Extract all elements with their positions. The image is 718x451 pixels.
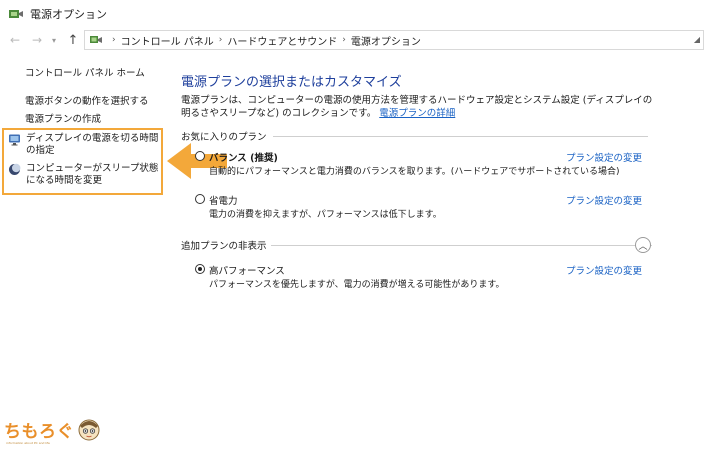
- sidebar: コントロール パネル ホーム 電源ボタンの動作を選択する 電源プランの作成: [0, 52, 165, 451]
- forward-arrow-icon[interactable]: →: [28, 31, 46, 49]
- sidebar-item-label: ディスプレイの電源を切る時間の指定: [26, 133, 159, 156]
- plan-name: 省電力: [209, 196, 238, 207]
- chevron-up-icon[interactable]: ︿: [635, 237, 651, 253]
- change-plan-settings-link[interactable]: プラン設定の変更: [566, 263, 642, 277]
- address-bar[interactable]: › コントロール パネル › ハードウェアとサウンド › 電源オプション ◢: [84, 30, 704, 50]
- title-bar: 電源オプション: [0, 0, 718, 28]
- back-arrow-icon[interactable]: ←: [6, 31, 24, 49]
- chimolog-logo: ちもろぐ: [4, 414, 102, 444]
- favorites-section-header: お気に入りのプラン: [181, 129, 648, 143]
- up-arrow-icon[interactable]: ↑: [64, 31, 82, 49]
- page-description: 電源プランは、コンピューターの電源の使用方法を管理するハードウェア設定とシステム…: [181, 94, 661, 120]
- favorites-label: お気に入りのプラン: [181, 132, 267, 143]
- divider: [270, 244, 652, 246]
- page-title: 電源プランの選択またはカスタマイズ: [181, 75, 402, 90]
- sidebar-choose-power-button[interactable]: 電源ボタンの動作を選択する: [25, 96, 149, 108]
- monitor-icon: [9, 134, 20, 146]
- power-plan-details-link[interactable]: 電源プランの詳細: [379, 108, 455, 119]
- sidebar-item-label: コンピューターがスリープ状態になる時間を変更: [26, 163, 159, 186]
- sidebar-display-off-time[interactable]: ディスプレイの電源を切る時間の指定: [8, 133, 161, 157]
- breadcrumb-hardware-sound[interactable]: ハードウェアとサウンド: [227, 33, 337, 48]
- navigation-bar: ← → ▾ ↑ › コントロール パネル › ハードウェアとサウンド › 電源オ…: [0, 28, 718, 52]
- sidebar-control-panel-home[interactable]: コントロール パネル ホーム: [25, 68, 145, 80]
- plan-description: パフォーマンスを優先しますが、電力の消費が増える可能性があります。: [209, 280, 505, 290]
- extra-plans-label: 追加プランの非表示: [181, 241, 267, 252]
- moon-icon: [9, 163, 21, 175]
- control-panel-icon: [90, 36, 102, 43]
- address-dropdown-icon[interactable]: ◢: [694, 35, 700, 44]
- plan-name: バランス (推奨): [209, 153, 278, 164]
- sidebar-create-power-plan[interactable]: 電源プランの作成: [25, 114, 101, 126]
- plan-description: 電力の消費を抑えますが、パフォーマンスは低下します。: [209, 210, 442, 220]
- extra-plans-section-header: 追加プランの非表示: [181, 238, 652, 252]
- recent-locations-chevron-icon[interactable]: ▾: [48, 31, 60, 49]
- logo-text: ちもろぐ: [4, 421, 74, 442]
- breadcrumb-power-options[interactable]: 電源オプション: [351, 33, 421, 48]
- power-options-icon: [9, 10, 23, 18]
- change-plan-settings-link[interactable]: プラン設定の変更: [566, 193, 642, 207]
- chevron-right-icon: ›: [112, 35, 116, 45]
- change-plan-settings-link[interactable]: プラン設定の変更: [566, 150, 642, 164]
- chevron-right-icon: ›: [218, 35, 223, 45]
- mascot-icon: [78, 419, 100, 441]
- plan-radio[interactable]: [195, 264, 205, 274]
- plan-description: 自動的にパフォーマンスと電力消費のバランスを取ります。(ハードウェアでサポートさ…: [209, 167, 620, 177]
- logo-subtitle: information about PC and life: [6, 441, 50, 445]
- breadcrumb-control-panel[interactable]: コントロール パネル: [121, 33, 214, 48]
- plan-name: 高パフォーマンス: [209, 266, 285, 277]
- plan-radio[interactable]: [195, 194, 205, 204]
- sidebar-change-sleep-time[interactable]: コンピューターがスリープ状態になる時間を変更: [8, 163, 161, 187]
- window-title: 電源オプション: [30, 8, 107, 21]
- divider: [272, 135, 648, 137]
- plan-radio[interactable]: [195, 151, 205, 161]
- chevron-right-icon: ›: [342, 35, 346, 45]
